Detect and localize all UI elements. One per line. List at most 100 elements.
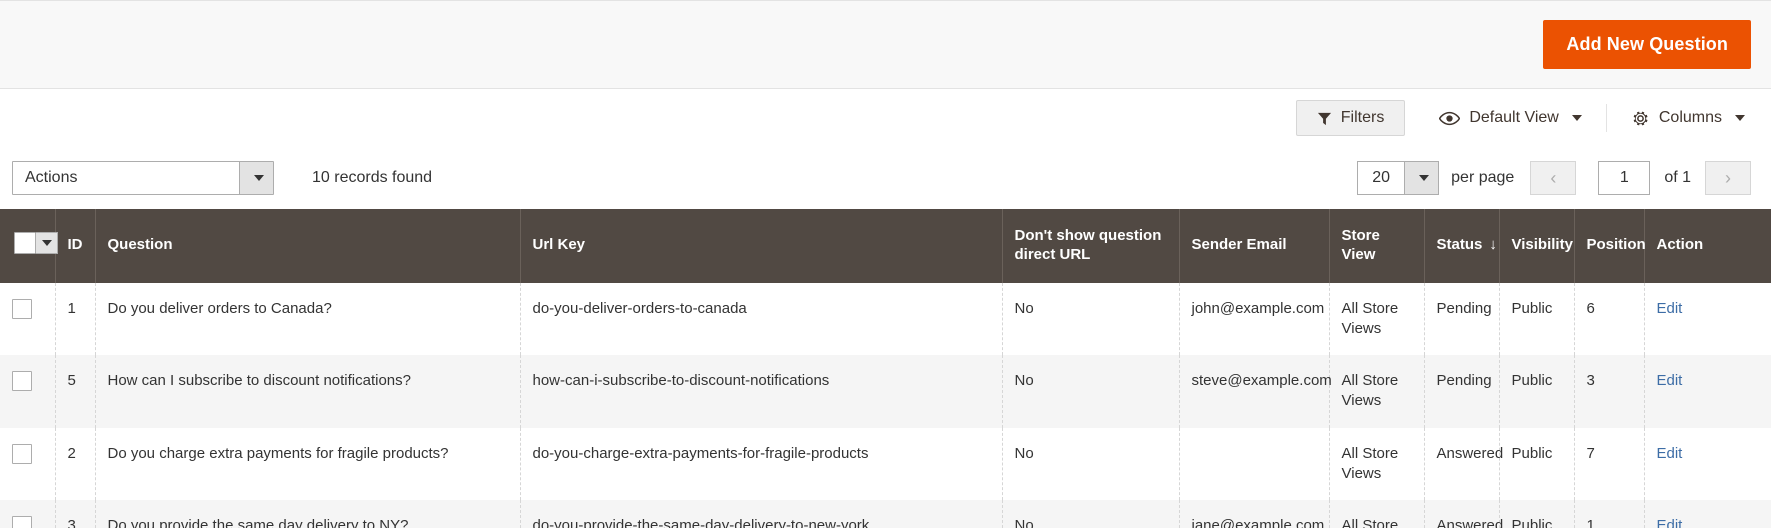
- cell-store-view: All Store Views: [1329, 427, 1425, 500]
- column-header-dont-show-direct-url[interactable]: Don't show question direct URL: [1002, 209, 1180, 283]
- column-header-visibility[interactable]: Visibility: [1499, 209, 1575, 283]
- cell-dont-show-direct-url: No: [1002, 355, 1180, 428]
- cell-action: Edit: [1644, 500, 1771, 528]
- cell-question: How can I subscribe to discount notifica…: [95, 355, 521, 428]
- default-view-dropdown[interactable]: Default View: [1433, 101, 1588, 135]
- row-select-cell[interactable]: [0, 500, 56, 528]
- row-checkbox[interactable]: [12, 298, 32, 319]
- column-header-position[interactable]: Position: [1574, 209, 1646, 283]
- cell-visibility: Public: [1499, 355, 1575, 428]
- cell-status: Answered: [1424, 500, 1503, 528]
- filters-label: Filters: [1340, 109, 1385, 126]
- cell-id: 2: [55, 427, 96, 500]
- mass-actions-select[interactable]: Actions: [12, 161, 274, 195]
- grid-toolbar: Filters Default View Columns: [0, 89, 1771, 147]
- per-page-select[interactable]: 20: [1357, 161, 1440, 195]
- chevron-down-icon: [1735, 115, 1745, 121]
- cell-action: Edit: [1644, 428, 1771, 501]
- questions-table: ID Question Url Key Don't show question …: [0, 209, 1771, 528]
- chevron-down-icon[interactable]: [1404, 162, 1439, 194]
- column-header-select-all[interactable]: [0, 209, 58, 283]
- records-found-label: 10 records found: [312, 169, 433, 186]
- gear-icon: [1631, 109, 1650, 128]
- next-page-button[interactable]: ›: [1705, 161, 1751, 195]
- row-select-cell[interactable]: [0, 282, 56, 355]
- table-row[interactable]: 2 Do you charge extra payments for fragil…: [0, 427, 1771, 501]
- current-page-input[interactable]: 1: [1598, 161, 1651, 195]
- table-row[interactable]: 1 Do you deliver orders to Canada? do-you-…: [0, 282, 1771, 356]
- select-all-checkbox[interactable]: [14, 231, 36, 254]
- cell-visibility: Public: [1499, 282, 1575, 355]
- mass-actions-value: Actions: [25, 169, 78, 186]
- cell-position: 7: [1574, 427, 1645, 500]
- cell-status: Pending: [1424, 282, 1500, 355]
- column-header-id[interactable]: ID: [55, 209, 96, 283]
- cell-action: Edit: [1644, 355, 1771, 428]
- eye-icon: [1439, 111, 1461, 126]
- per-page-value: 20: [1372, 169, 1391, 186]
- select-all-dropdown-icon[interactable]: [36, 231, 58, 254]
- cell-store-view: All Store Views: [1329, 282, 1425, 355]
- cell-status: Pending: [1424, 355, 1500, 428]
- column-header-status[interactable]: Status ↓: [1424, 209, 1500, 283]
- cell-store-view: All Store Views: [1329, 355, 1425, 428]
- chevron-right-icon: ›: [1725, 167, 1731, 188]
- cell-url-key: do-you-deliver-orders-to-canada: [520, 282, 1003, 355]
- row-checkbox[interactable]: [12, 516, 32, 528]
- cell-question: Do you provide the same day delivery to …: [95, 500, 521, 528]
- cell-id: 3: [55, 500, 96, 528]
- edit-link[interactable]: Edit: [1657, 517, 1683, 528]
- column-header-action: Action: [1644, 209, 1771, 283]
- faq-grid-page: Add New Question Filters Default View Co…: [0, 0, 1771, 528]
- chevron-left-icon: ‹: [1550, 167, 1557, 188]
- chevron-down-icon[interactable]: [239, 162, 273, 194]
- row-select-cell[interactable]: [0, 427, 56, 500]
- columns-dropdown[interactable]: Columns: [1625, 101, 1751, 136]
- column-header-url-key[interactable]: Url Key: [520, 209, 1003, 283]
- grid-subtoolbar: Actions 10 records found 20 per page ‹ 1…: [0, 147, 1771, 209]
- cell-status: Answered: [1424, 427, 1503, 500]
- cell-sender-email: steve@example.com: [1179, 355, 1332, 428]
- cell-store-view: All Store Views: [1329, 500, 1425, 528]
- table-row[interactable]: 3 Do you provide the same day delivery to…: [0, 500, 1771, 528]
- table-body: 1 Do you deliver orders to Canada? do-you-…: [0, 282, 1771, 528]
- add-new-question-button[interactable]: Add New Question: [1543, 19, 1751, 70]
- row-checkbox[interactable]: [12, 371, 32, 391]
- cell-action: Edit: [1644, 283, 1771, 356]
- table-row[interactable]: 5 How can I subscribe to discount notific…: [0, 355, 1771, 428]
- column-header-question[interactable]: Question: [95, 209, 521, 283]
- page-actions-bar: Add New Question: [0, 0, 1771, 89]
- cell-position: 1: [1574, 500, 1645, 528]
- cell-url-key: do-you-provide-the-same-day-delivery-to-…: [520, 500, 1003, 528]
- column-header-status-label: Status: [1436, 236, 1483, 254]
- per-page-label: per page: [1451, 169, 1515, 186]
- edit-link[interactable]: Edit: [1657, 300, 1683, 317]
- cell-dont-show-direct-url: No: [1002, 282, 1180, 355]
- row-select-cell[interactable]: [0, 355, 56, 428]
- cell-question: Do you charge extra payments for fragile…: [95, 427, 521, 500]
- pagination: 20 per page ‹ 1 of 1 ›: [1357, 161, 1751, 195]
- cell-sender-email: john@example.com: [1179, 282, 1330, 355]
- cell-visibility: Public: [1499, 427, 1575, 500]
- row-checkbox[interactable]: [12, 443, 32, 464]
- table-header-row: ID Question Url Key Don't show question …: [0, 209, 1771, 283]
- chevron-down-icon: [1571, 115, 1582, 121]
- cell-id: 5: [55, 355, 96, 428]
- filter-funnel-icon: [1317, 111, 1332, 126]
- cell-id: 1: [55, 282, 96, 355]
- cell-visibility: Public: [1499, 500, 1575, 528]
- edit-link[interactable]: Edit: [1657, 372, 1683, 389]
- edit-link[interactable]: Edit: [1657, 445, 1683, 462]
- total-pages-label: of 1: [1664, 169, 1691, 186]
- cell-url-key: how-can-i-subscribe-to-discount-notifica…: [520, 355, 1003, 428]
- cell-sender-email: jane@example.com: [1179, 500, 1330, 528]
- cell-position: 3: [1574, 355, 1645, 428]
- column-header-store-view[interactable]: Store View: [1329, 209, 1425, 283]
- previous-page-button[interactable]: ‹: [1530, 161, 1577, 195]
- columns-label: Columns: [1658, 109, 1722, 126]
- default-view-label: Default View: [1469, 109, 1559, 126]
- toolbar-divider: [1605, 104, 1607, 132]
- column-header-sender-email[interactable]: Sender Email: [1179, 209, 1330, 283]
- filters-button[interactable]: Filters: [1295, 100, 1406, 136]
- cell-url-key: do-you-charge-extra-payments-for-fragile…: [520, 427, 1003, 500]
